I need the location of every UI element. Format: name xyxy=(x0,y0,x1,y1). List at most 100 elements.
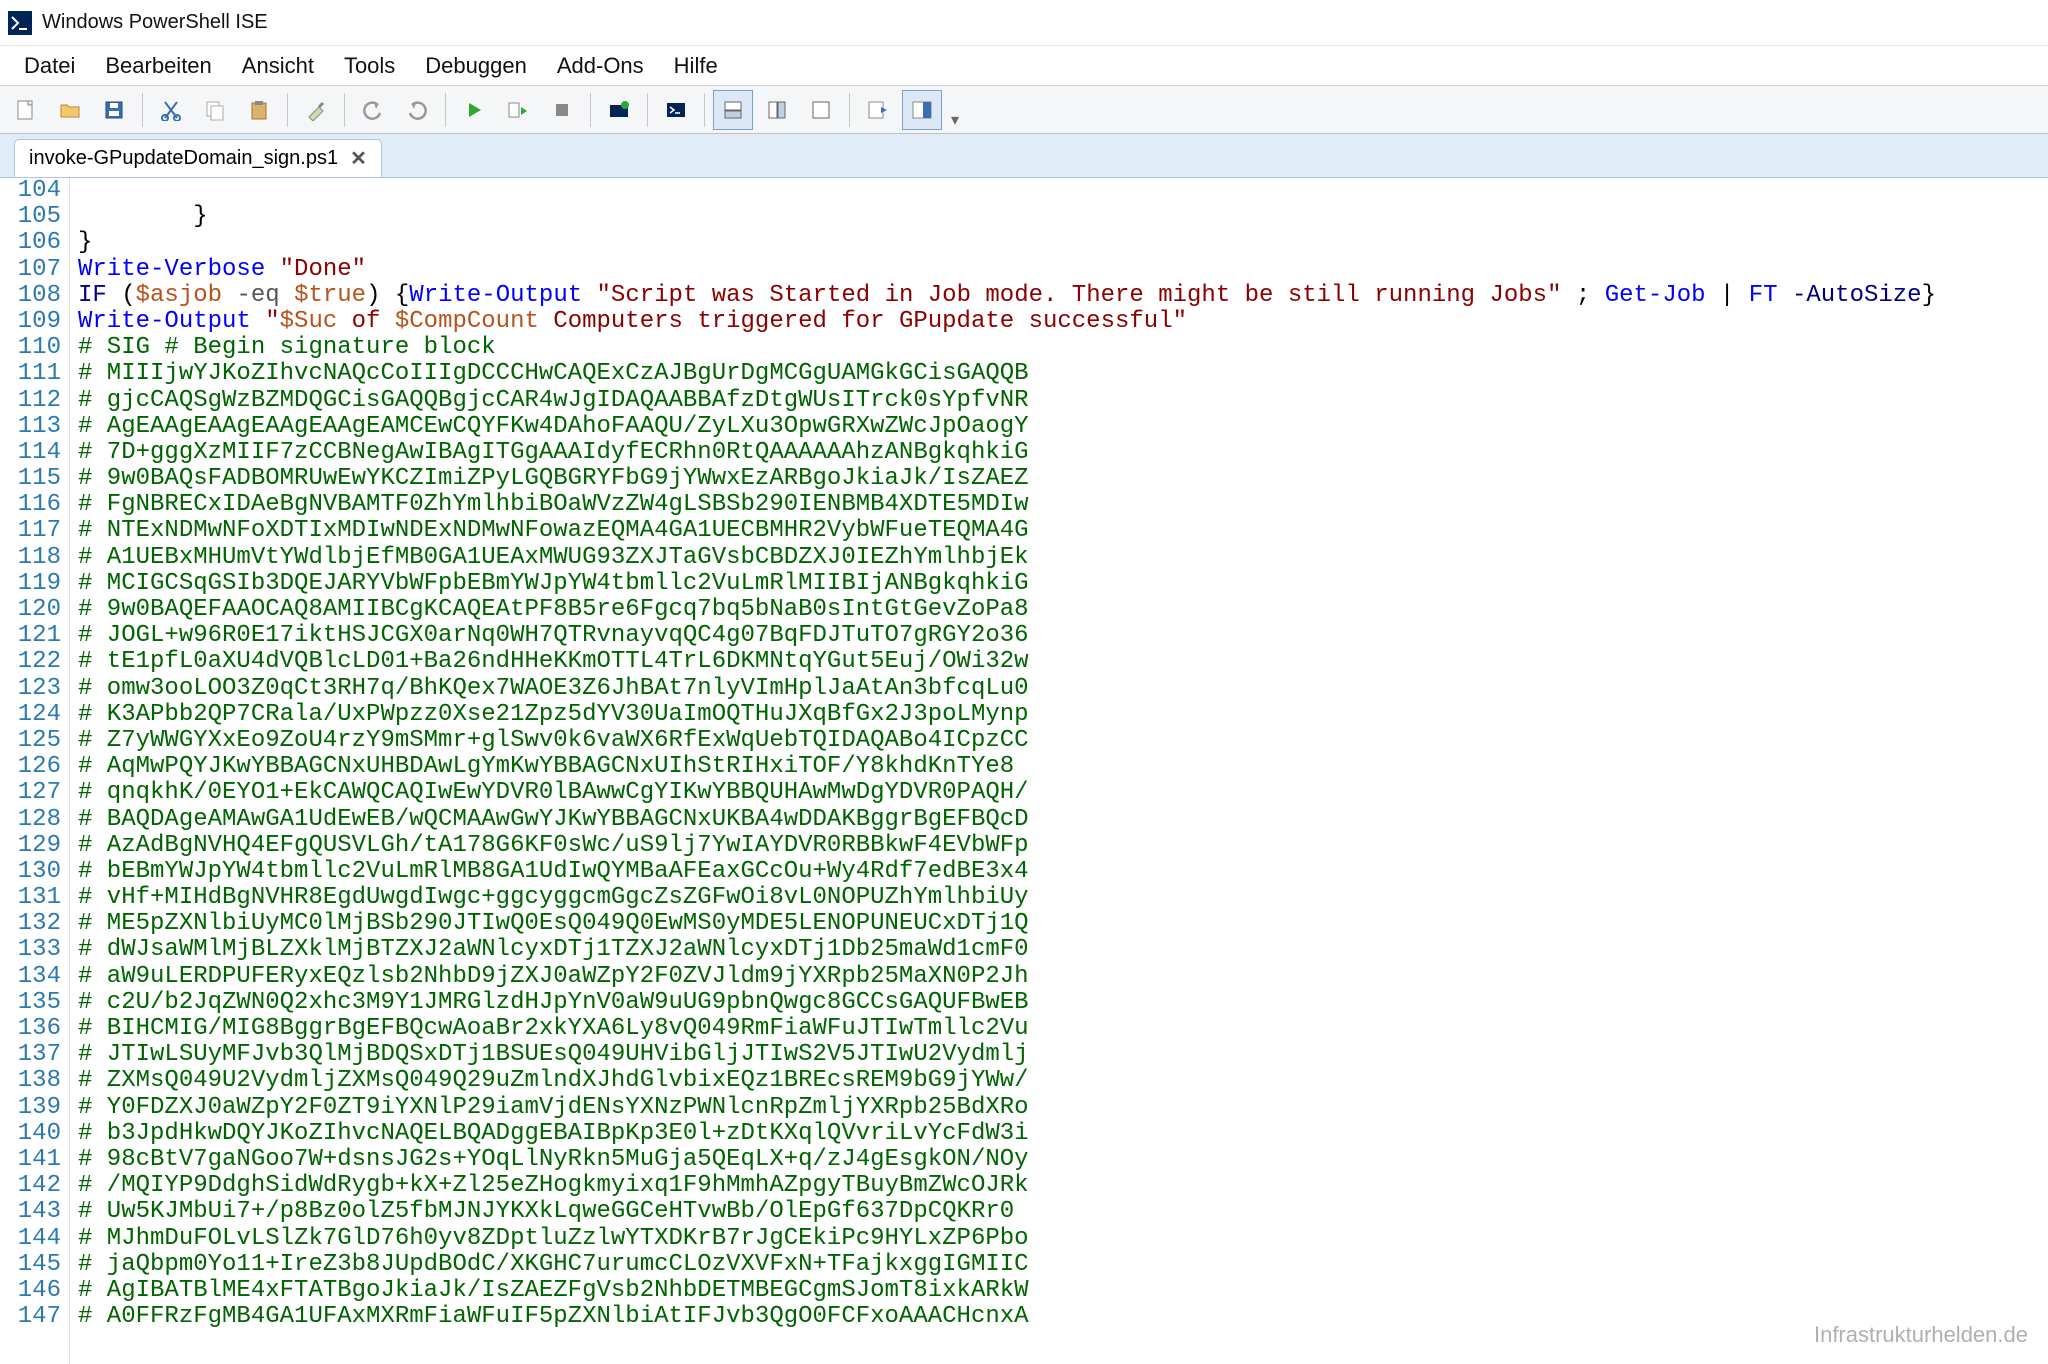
code-line: } xyxy=(78,230,2048,256)
run-button[interactable] xyxy=(454,90,494,130)
code-line: # BIHCMIG/MIG8BggrBgEFBQcwAoaBr2xkYXA6Ly… xyxy=(78,1016,2048,1042)
line-number: 121 xyxy=(0,623,61,649)
menu-addons[interactable]: Add-Ons xyxy=(543,47,658,85)
toolbar-overflow-icon[interactable]: ▾ xyxy=(946,90,964,130)
line-number: 142 xyxy=(0,1173,61,1199)
editor-pane: 1041051061071081091101111121131141151161… xyxy=(0,178,2048,1364)
code-line: } xyxy=(78,204,2048,230)
line-number: 107 xyxy=(0,257,61,283)
code-line: # /MQIYP9DdghSidWdRygb+kX+Zl25eZHogkmyix… xyxy=(78,1173,2048,1199)
code-line: # jaQbpm0Yo11+IreZ3b8JUpdBOdC/XKGHC7urum… xyxy=(78,1252,2048,1278)
code-line: # c2U/b2JqZWN0Q2xhc3M9Y1JMRGlzdHJpYnV0aW… xyxy=(78,990,2048,1016)
paste-button[interactable] xyxy=(239,90,279,130)
line-number: 104 xyxy=(0,178,61,204)
code-line: # b3JpdHkwDQYJKoZIhvcNAQELBQADggEBAIBpKp… xyxy=(78,1121,2048,1147)
show-script-pane-top-button[interactable] xyxy=(713,90,753,130)
menu-debug[interactable]: Debuggen xyxy=(411,47,541,85)
line-number: 115 xyxy=(0,466,61,492)
line-number: 132 xyxy=(0,911,61,937)
line-number: 123 xyxy=(0,676,61,702)
new-remote-tab-button[interactable] xyxy=(599,90,639,130)
line-number: 108 xyxy=(0,283,61,309)
code-line: # A0FFRzFgMB4GA1UFAxMXRmFiaWFuIF5pZXNlbi… xyxy=(78,1304,2048,1330)
code-line: IF ($asjob -eq $true) {Write-Output "Scr… xyxy=(78,283,2048,309)
code-line: # A1UEBxMHUmVtYWdlbjEfMB0GA1UEAxMWUG93ZX… xyxy=(78,545,2048,571)
toolbar-separator xyxy=(287,93,288,127)
line-number: 139 xyxy=(0,1095,61,1121)
line-number: 130 xyxy=(0,859,61,885)
tab-label: invoke-GPupdateDomain_sign.ps1 xyxy=(29,147,338,170)
line-number: 134 xyxy=(0,964,61,990)
toolbar-separator xyxy=(344,93,345,127)
toolbar-separator xyxy=(704,93,705,127)
toolbar-separator xyxy=(647,93,648,127)
line-number: 118 xyxy=(0,545,61,571)
code-line: # Z7yWWGYXxEo9ZoU4rzY9mSMmr+glSwv0k6vaWX… xyxy=(78,728,2048,754)
run-selection-button[interactable] xyxy=(498,90,538,130)
code-line: Write-Output "$Suc of $CompCount Compute… xyxy=(78,309,2048,335)
menu-help[interactable]: Hilfe xyxy=(660,47,732,85)
line-number: 113 xyxy=(0,414,61,440)
code-line: # aW9uLERDPUFERyxEQzlsb2NhbD9jZXJ0aWZpY2… xyxy=(78,964,2048,990)
open-button[interactable] xyxy=(50,90,90,130)
line-number: 128 xyxy=(0,807,61,833)
line-number-gutter: 1041051061071081091101111121131141151161… xyxy=(0,178,70,1364)
start-powershell-button[interactable] xyxy=(656,90,696,130)
code-line: # AgIBATBlME4xFTATBgoJkiaJk/IsZAEZFgVsb2… xyxy=(78,1278,2048,1304)
show-script-pane-max-button[interactable] xyxy=(801,90,841,130)
toolbar-separator xyxy=(142,93,143,127)
line-number: 143 xyxy=(0,1199,61,1225)
code-line: Write-Verbose "Done" xyxy=(78,257,2048,283)
line-number: 138 xyxy=(0,1068,61,1094)
line-number: 122 xyxy=(0,649,61,675)
code-line: # gjcCAQSgWzBZMDQGCisGAQQBgjcCAR4wJgIDAQ… xyxy=(78,388,2048,414)
code-line: # Y0FDZXJ0aWZpY2F0ZT9iYXNlP29iamVjdENsYX… xyxy=(78,1095,2048,1121)
clear-button[interactable] xyxy=(296,90,336,130)
save-button[interactable] xyxy=(94,90,134,130)
watermark: Infrastrukturhelden.de xyxy=(1814,1322,2028,1348)
app-title: Windows PowerShell ISE xyxy=(42,11,268,34)
line-number: 120 xyxy=(0,597,61,623)
show-command-window-button[interactable] xyxy=(902,90,942,130)
code-line: # 7D+gggXzMIIF7zCCBNegAwIBAgITGgAAAIdyfE… xyxy=(78,440,2048,466)
menu-view[interactable]: Ansicht xyxy=(228,47,328,85)
code-line: # MJhmDuFOLvLSlZk7GlD76h0yv8ZDptluZzlwYT… xyxy=(78,1226,2048,1252)
undo-button[interactable] xyxy=(353,90,393,130)
cut-button[interactable] xyxy=(151,90,191,130)
line-number: 127 xyxy=(0,780,61,806)
line-number: 117 xyxy=(0,518,61,544)
app-icon xyxy=(8,11,32,35)
line-number: 141 xyxy=(0,1147,61,1173)
tab-close-icon[interactable]: ✕ xyxy=(350,146,367,171)
menu-edit[interactable]: Bearbeiten xyxy=(91,47,225,85)
copy-button[interactable] xyxy=(195,90,235,130)
code-line: # ME5pZXNlbiUyMC0lMjBSb290JTIwQ0EsQ049Q0… xyxy=(78,911,2048,937)
menu-tools[interactable]: Tools xyxy=(330,47,409,85)
code-line: # JOGL+w96R0E17iktHSJCGX0arNq0WH7QTRvnay… xyxy=(78,623,2048,649)
script-tab[interactable]: invoke-GPupdateDomain_sign.ps1 ✕ xyxy=(14,139,382,177)
line-number: 112 xyxy=(0,388,61,414)
new-button[interactable] xyxy=(6,90,46,130)
redo-button[interactable] xyxy=(397,90,437,130)
code-line: # qnqkhK/0EYO1+EkCAWQCAQIwEwYDVR0lBAwwCg… xyxy=(78,780,2048,806)
code-line: # ZXMsQ049U2VydmljZXMsQ049Q29uZmlndXJhdG… xyxy=(78,1068,2048,1094)
line-number: 126 xyxy=(0,754,61,780)
show-script-pane-right-button[interactable] xyxy=(757,90,797,130)
code-line: # 98cBtV7gaNGoo7W+dsnsJG2s+YOqLlNyRkn5Mu… xyxy=(78,1147,2048,1173)
code-line: # Uw5KJMbUi7+/p8Bz0olZ5fbMJNJYKXkLqweGGC… xyxy=(78,1199,2048,1225)
line-number: 137 xyxy=(0,1042,61,1068)
title-bar: Windows PowerShell ISE xyxy=(0,0,2048,46)
line-number: 133 xyxy=(0,937,61,963)
line-number: 114 xyxy=(0,440,61,466)
tab-bar: invoke-GPupdateDomain_sign.ps1 ✕ xyxy=(0,134,2048,178)
toolbar-separator xyxy=(445,93,446,127)
stop-button[interactable] xyxy=(542,90,582,130)
code-line: # AqMwPQYJKwYBBAGCNxUHBDAwLgYmKwYBBAGCNx… xyxy=(78,754,2048,780)
show-command-addon-button[interactable] xyxy=(858,90,898,130)
code-line: # bEBmYWJpYW4tbmllc2VuLmRlMB8GA1UdIwQYMB… xyxy=(78,859,2048,885)
line-number: 147 xyxy=(0,1304,61,1330)
line-number: 109 xyxy=(0,309,61,335)
code-area[interactable]: }}Write-Verbose "Done"IF ($asjob -eq $tr… xyxy=(70,178,2048,1364)
menu-file[interactable]: Datei xyxy=(10,47,89,85)
code-line xyxy=(78,178,2048,204)
